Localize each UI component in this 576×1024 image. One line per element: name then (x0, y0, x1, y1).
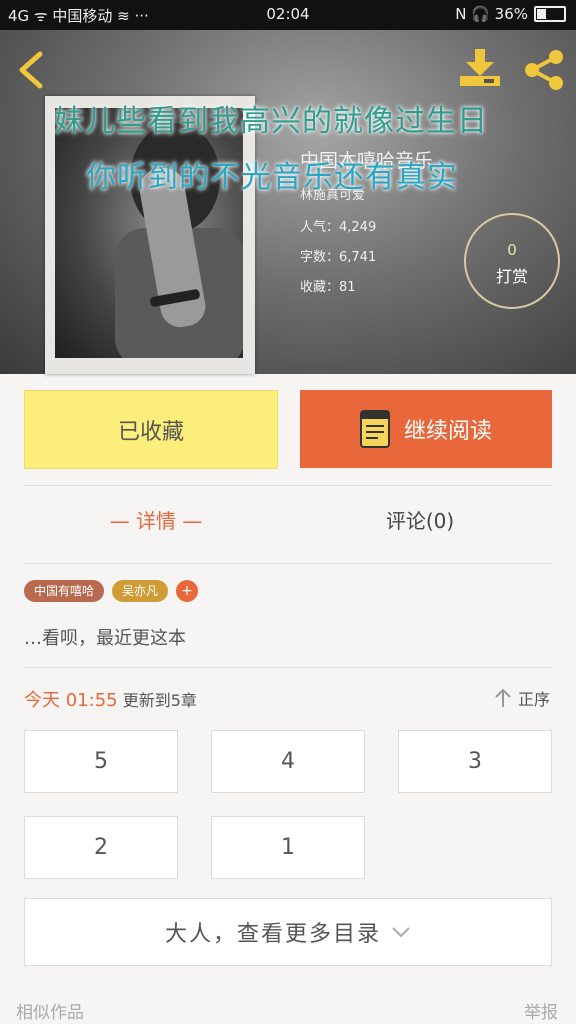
chapter-button[interactable]: 2 (24, 816, 178, 879)
download-icon[interactable] (458, 46, 502, 90)
reward-button[interactable]: 0 打赏 (464, 213, 560, 309)
lyric-overlay-line-2: 你听到的不光音乐还有真实 (86, 160, 458, 195)
arrow-up-icon (495, 688, 511, 707)
continue-reading-button[interactable]: 继续阅读 (300, 390, 552, 468)
continue-reading-label: 继续阅读 (403, 419, 492, 444)
collected-label: 已收藏 (117, 419, 184, 445)
book-icon (359, 410, 390, 448)
tag-chip[interactable]: 中国有嘻哈 (24, 580, 105, 602)
book-popularity: 人气：4,249 (300, 220, 377, 235)
cover-figure (115, 123, 243, 358)
reward-count: 0 (507, 241, 517, 259)
book-word-count: 字数：6,741 (300, 250, 377, 265)
chevron-down-icon (392, 927, 410, 938)
tag-list: 中国有嘻哈 吴亦凡 + (24, 580, 199, 602)
divider (24, 563, 552, 564)
more-catalog-label: 大人，查看更多目录 (164, 922, 381, 947)
status-bar: 4G ᯤ 中国移动 ≋ ··· 02:04 N 🎧 36% (0, 0, 576, 30)
system-icons: N 🎧 36% (455, 5, 566, 23)
book-description: …看呗，最近更这本 (24, 628, 186, 649)
update-info: 今天 01:55 更新到5章 (24, 686, 197, 712)
tab-comment[interactable]: 评论(0) (288, 505, 552, 534)
update-text: 更新到5章 (122, 691, 197, 710)
chapter-button[interactable]: 3 (398, 730, 552, 793)
battery-icon (534, 6, 566, 22)
book-favorites: 收藏：81 (300, 280, 356, 295)
more-catalog-button[interactable]: 大人，查看更多目录 (24, 898, 552, 966)
sort-toggle[interactable]: 正序 (494, 686, 550, 710)
cover-photo (55, 108, 243, 358)
collected-button[interactable]: 已收藏 (24, 390, 278, 469)
report-link[interactable]: 举报 (524, 998, 558, 1023)
chapter-button[interactable]: 1 (211, 816, 365, 879)
sort-label: 正序 (517, 690, 550, 709)
update-time: 今天 01:55 (24, 690, 118, 711)
share-icon[interactable] (522, 48, 566, 92)
similar-works-heading: 相似作品 (16, 1003, 84, 1023)
system-status-text: N 🎧 36% (455, 5, 528, 23)
tab-detail[interactable]: — 详情 — (24, 505, 288, 534)
reward-label: 打赏 (495, 267, 528, 286)
tag-chip[interactable]: 吴亦凡 (112, 580, 169, 602)
chapter-button[interactable]: 5 (24, 730, 178, 793)
divider (24, 485, 552, 486)
add-tag-button[interactable]: + (176, 580, 199, 602)
chapter-button[interactable]: 4 (211, 730, 365, 793)
lyric-overlay-line-1: 妹儿些看到我高兴的就像过生日 (54, 104, 488, 139)
divider (24, 667, 552, 668)
back-icon[interactable] (16, 50, 46, 90)
